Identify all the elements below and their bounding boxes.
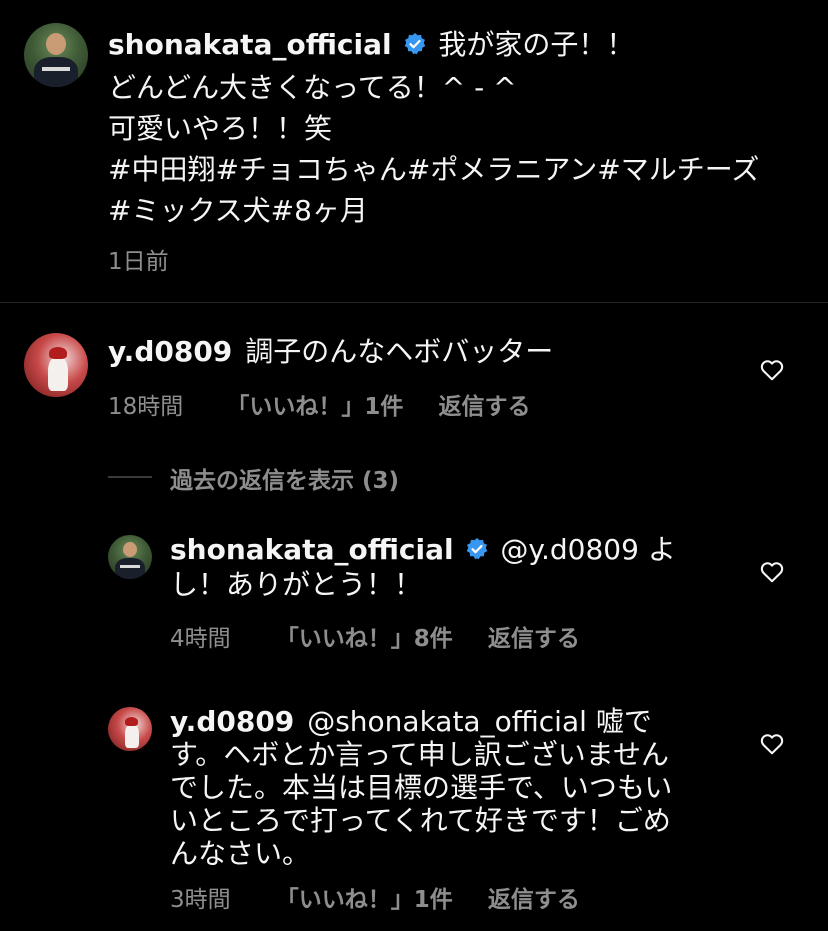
caption-hashtags-1[interactable]: #中田翔#チョコちゃん#ポメラニアン#マルチーズ — [108, 149, 808, 190]
reply-1-likes[interactable]: 「いいね！」8件 — [276, 626, 453, 652]
reply-1-timestamp: 4時間 — [170, 626, 231, 652]
caption-first-line: shonakata_official 我が家の子！！ — [108, 24, 808, 67]
post-author-username[interactable]: shonakata_official — [108, 28, 392, 61]
reply-2-timestamp: 3時間 — [170, 887, 231, 913]
caption-hashtags-2[interactable]: #ミックス犬#8ヶ月 — [108, 190, 808, 231]
comment-likes[interactable]: 「いいね！」1件 — [226, 394, 403, 420]
reply-1-heart-icon[interactable] — [759, 559, 785, 585]
reply-2-text-line-3: でした。本当は目標の選手で、いつもい — [170, 771, 673, 804]
reply-2-text-line-1: 嘘で — [595, 705, 652, 738]
comment-heart-icon[interactable] — [759, 357, 785, 383]
comment-text: 調子のんなヘボバッター — [245, 335, 554, 368]
reply-2-mention[interactable]: @shonakata_official — [307, 705, 587, 738]
caption-line-3: 可愛いやろ！！笑 — [108, 111, 333, 145]
view-replies-button[interactable]: 過去の返信を表示 (3) — [170, 461, 399, 495]
comment-author-avatar[interactable] — [24, 333, 88, 397]
reply-2-likes[interactable]: 「いいね！」1件 — [276, 887, 453, 913]
reply-1-mention[interactable]: @y.d0809 — [500, 533, 639, 566]
comment-meta: 18時間 「いいね！」1件 返信する — [108, 387, 530, 421]
reply-1-body: shonakata_official @y.d0809 よ し！ありがとう！！ — [170, 533, 690, 601]
caption-divider — [0, 302, 828, 303]
reply-2-text-line-2: す。ヘボとか言って申し訳ございません — [170, 738, 669, 771]
reply-1-avatar[interactable] — [108, 535, 152, 579]
view-replies-line — [108, 476, 152, 478]
comment-author-username[interactable]: y.d0809 — [108, 335, 232, 368]
comment-timestamp: 18時間 — [108, 394, 184, 420]
reply-2-username[interactable]: y.d0809 — [170, 705, 294, 738]
reply-1-reply-button[interactable]: 返信する — [488, 626, 580, 652]
reply-1-meta: 4時間 「いいね！」8件 返信する — [170, 619, 580, 653]
reply-2-avatar[interactable] — [108, 707, 152, 751]
caption-line-1: 我が家の子！！ — [438, 28, 635, 61]
reply-2-body: y.d0809 @shonakata_official 嘘で す。ヘボとか言って… — [170, 705, 730, 870]
reply-2-heart-icon[interactable] — [759, 731, 785, 757]
verified-badge-icon — [403, 26, 427, 67]
post-timestamp: 1日前 — [108, 249, 169, 275]
reply-1-text-line-2: し！ありがとう！！ — [170, 567, 423, 601]
reply-1-username[interactable]: shonakata_official — [170, 533, 454, 566]
post-caption: shonakata_official 我が家の子！！ どんどん大きくなってる！^… — [108, 24, 808, 231]
reply-2-text-line-4: いところで打ってくれて好きです！ごめ — [170, 804, 671, 837]
reply-2-reply-button[interactable]: 返信する — [488, 887, 580, 913]
reply-2-meta: 3時間 「いいね！」1件 返信する — [170, 880, 580, 914]
reply-1-text-line-1: よ — [647, 533, 676, 566]
post-author-avatar[interactable] — [24, 23, 88, 87]
comment-body: y.d0809 調子のんなヘボバッター — [108, 331, 553, 372]
comment-reply-button[interactable]: 返信する — [438, 394, 530, 420]
caption-line-2: どんどん大きくなってる！^ - ^ — [108, 70, 517, 104]
reply-2-text-line-5: んなさい。 — [170, 837, 311, 870]
verified-badge-icon — [465, 535, 489, 568]
